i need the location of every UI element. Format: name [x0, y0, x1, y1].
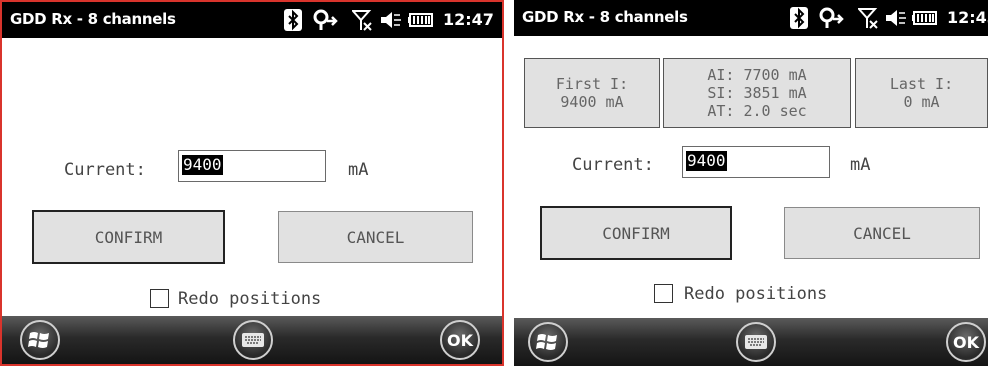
ok-button[interactable]: OK	[440, 320, 480, 360]
battery-icon[interactable]	[912, 7, 938, 29]
cancel-button-label: CANCEL	[853, 223, 911, 243]
start-button[interactable]	[528, 322, 568, 362]
clock: 12:43	[947, 8, 988, 27]
current-label: Current:	[64, 160, 146, 180]
keyboard-button[interactable]	[736, 322, 776, 362]
cancel-button[interactable]: CANCEL	[784, 207, 980, 259]
no-signal-icon[interactable]	[858, 7, 878, 29]
soft-key-bar: OK	[2, 316, 502, 364]
redo-positions-label[interactable]: Redo positions	[684, 284, 827, 304]
ok-icon: OK	[953, 332, 979, 352]
redo-positions-checkbox[interactable]	[150, 289, 169, 308]
device-screen-left: GDD Rx - 8 channels 12:47 Current: 9400	[0, 0, 504, 366]
last-current-label: Last I:	[889, 75, 954, 93]
confirm-button-label: CONFIRM	[94, 227, 163, 247]
current-input[interactable]: 9400	[178, 150, 326, 182]
volume-muted-icon[interactable]	[380, 9, 402, 31]
soft-key-bar: OK	[514, 318, 988, 366]
app-title: GDD Rx - 8 channels	[522, 8, 688, 26]
confirm-button[interactable]: CONFIRM	[540, 206, 732, 260]
first-current-value: 9400 mA	[560, 93, 624, 111]
windows-start-icon	[28, 332, 49, 348]
windows-start-icon	[536, 334, 557, 350]
current-input[interactable]: 9400	[682, 146, 830, 178]
redo-positions-label[interactable]: Redo positions	[178, 289, 321, 309]
no-signal-icon[interactable]	[352, 9, 372, 31]
activesync-icon[interactable]	[818, 7, 844, 29]
last-current-box: Last I: 0 mA	[855, 58, 988, 128]
current-label: Current:	[572, 155, 654, 175]
cancel-button-label: CANCEL	[346, 227, 405, 247]
acquisition-info-box: AI: 7700 mA SI: 3851 mA AT: 2.0 sec	[663, 58, 851, 128]
redo-positions-checkbox[interactable]	[654, 284, 673, 303]
confirm-button[interactable]: CONFIRM	[32, 210, 225, 264]
ok-button[interactable]: OK	[946, 322, 986, 362]
keyboard-icon	[242, 333, 264, 347]
device-screen-right: GDD Rx - 8 channels 12:43 First I: 9400	[514, 0, 988, 366]
keyboard-button[interactable]	[233, 320, 273, 360]
first-current-box: First I: 9400 mA	[524, 58, 660, 128]
bluetooth-icon[interactable]	[790, 7, 808, 29]
battery-icon[interactable]	[408, 9, 434, 31]
first-current-label: First I:	[555, 75, 629, 93]
cancel-button[interactable]: CANCEL	[278, 211, 473, 263]
ai-value: AI: 7700 mA	[707, 66, 807, 84]
unit-label: mA	[850, 155, 871, 175]
start-button[interactable]	[20, 320, 60, 360]
app-title: GDD Rx - 8 channels	[10, 10, 176, 28]
title-bar: GDD Rx - 8 channels 12:47	[2, 2, 502, 38]
at-value: AT: 2.0 sec	[707, 102, 807, 120]
bluetooth-icon[interactable]	[284, 9, 302, 31]
ok-icon: OK	[447, 330, 473, 350]
activesync-icon[interactable]	[312, 9, 338, 31]
current-input-value: 9400	[686, 151, 727, 171]
current-input-value: 9400	[182, 155, 223, 175]
volume-muted-icon[interactable]	[885, 7, 907, 29]
last-current-value: 0 mA	[903, 93, 940, 111]
confirm-button-label: CONFIRM	[602, 223, 670, 243]
title-bar: GDD Rx - 8 channels 12:43	[514, 0, 988, 36]
si-value: SI: 3851 mA	[707, 84, 807, 102]
unit-label: mA	[348, 160, 369, 180]
keyboard-icon	[745, 335, 767, 349]
clock: 12:47	[443, 10, 494, 29]
